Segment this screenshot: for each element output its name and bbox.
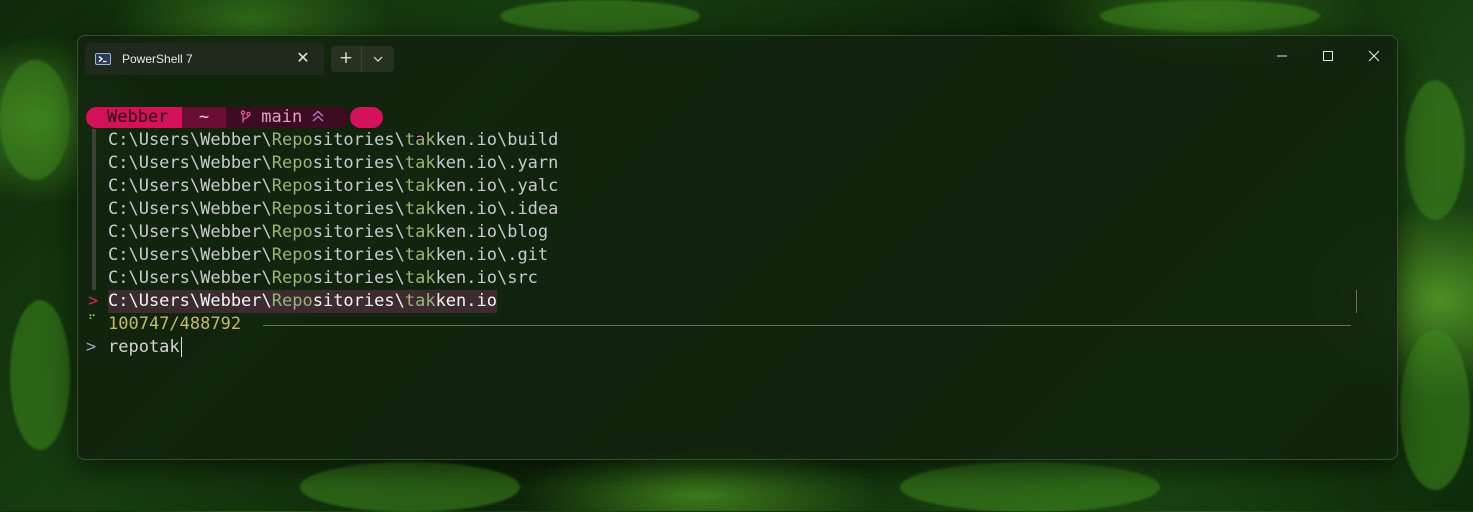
list-item[interactable]: C:\Users\Webber\Repositories\takken.io\.…: [78, 244, 1397, 267]
git-branch-icon: [240, 110, 251, 123]
result-path: C:\Users\Webber\Repositories\takken.io\.…: [108, 176, 559, 196]
result-path: C:\Users\Webber\Repositories\takken.io\b…: [108, 130, 559, 150]
result-path: C:\Users\Webber\Repositories\takken.io\.…: [108, 199, 559, 219]
bug-icon: [350, 107, 426, 143]
chevron-down-icon[interactable]: [361, 46, 393, 72]
close-icon: [1368, 50, 1380, 62]
divider: [263, 325, 1351, 326]
terminal-window: PowerShell 7 ✕ + Webber ~ main C:\Users\…: [77, 35, 1398, 460]
gutter: [92, 244, 96, 267]
list-item[interactable]: C:\Users\Webber\Repositories\takken.io\.…: [78, 152, 1397, 175]
prompt-line: Webber ~ main: [78, 106, 1397, 143]
selected-list-item[interactable]: > C:\Users\Webber\Repositories\takken.io: [78, 290, 1397, 313]
fern-leaf: [1400, 330, 1470, 490]
branch-name: main: [261, 107, 303, 127]
fern-leaf: [10, 300, 70, 450]
gutter: [92, 198, 96, 221]
new-tab-button[interactable]: +: [331, 46, 361, 72]
minimize-button[interactable]: [1259, 40, 1305, 72]
fern-leaf: [1405, 80, 1465, 220]
text-cursor: [180, 337, 182, 357]
terminal-content[interactable]: Webber ~ main C:\Users\Webber\Repositori…: [78, 106, 1397, 359]
query-prompt: >: [86, 337, 97, 357]
search-input[interactable]: repotak: [108, 336, 182, 359]
list-item[interactable]: C:\Users\Webber\Repositories\takken.io\.…: [78, 175, 1397, 198]
close-tab-icon[interactable]: ✕: [294, 49, 312, 67]
fern-leaf: [0, 60, 70, 180]
gutter: [92, 152, 96, 175]
list-item[interactable]: C:\Users\Webber\Repositories\takken.io\.…: [78, 198, 1397, 221]
close-window-button[interactable]: [1351, 40, 1397, 72]
match-count: 100747/488792: [108, 314, 242, 334]
fern-leaf: [900, 462, 1160, 512]
gutter: [92, 221, 96, 244]
powershell-icon: [95, 53, 111, 65]
match-count-row: ⠋ 100747/488792: [78, 313, 1397, 336]
spinner-icon: ⠋: [88, 313, 97, 326]
result-path: C:\Users\Webber\Repositories\takken.io: [108, 290, 497, 313]
result-path: C:\Users\Webber\Repositories\takken.io\s…: [108, 268, 538, 288]
list-item[interactable]: C:\Users\Webber\Repositories\takken.io\b…: [78, 221, 1397, 244]
prompt-path: ~: [182, 107, 226, 128]
selection-marker: >: [88, 291, 99, 311]
list-item[interactable]: C:\Users\Webber\Repositories\takken.io\b…: [78, 129, 1397, 152]
query-line[interactable]: > repotak: [78, 336, 1397, 359]
fern-leaf: [300, 462, 520, 512]
title-bar: PowerShell 7 ✕ +: [78, 36, 1397, 78]
tab-powershell[interactable]: PowerShell 7 ✕: [85, 43, 324, 75]
result-path: C:\Users\Webber\Repositories\takken.io\b…: [108, 222, 549, 242]
maximize-icon: [1323, 51, 1333, 61]
prompt-segment-end: [339, 107, 349, 128]
gutter: [92, 175, 96, 198]
tab-title: PowerShell 7: [122, 52, 193, 66]
gutter: [92, 129, 96, 152]
minimize-icon: [1277, 55, 1287, 57]
gutter: [92, 267, 96, 290]
fern-leaf: [1100, 0, 1320, 32]
prompt-git: main: [226, 107, 339, 128]
list-item[interactable]: C:\Users\Webber\Repositories\takken.io\s…: [78, 267, 1397, 290]
fern-leaf: [500, 0, 700, 32]
maximize-button[interactable]: [1305, 40, 1351, 72]
result-path: C:\Users\Webber\Repositories\takken.io\.…: [108, 245, 549, 265]
prompt-user: Webber: [86, 107, 182, 128]
ahead-icon: [312, 110, 324, 122]
scrollbar[interactable]: [1356, 290, 1357, 313]
result-path: C:\Users\Webber\Repositories\takken.io\.…: [108, 153, 559, 173]
new-tab-group: +: [331, 46, 394, 72]
